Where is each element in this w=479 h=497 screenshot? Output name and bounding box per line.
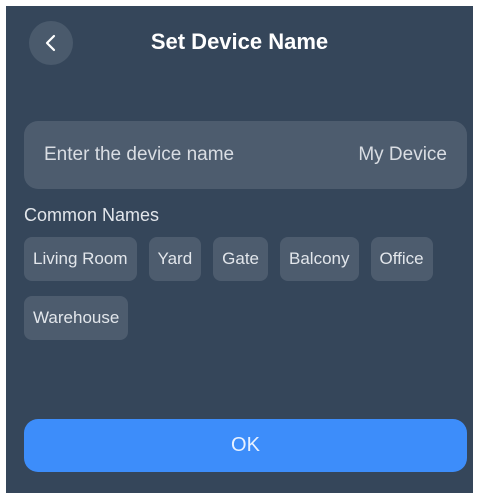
chip-gate[interactable]: Gate [213, 237, 269, 281]
chip-yard[interactable]: Yard [148, 237, 202, 281]
device-name-label: Enter the device name [44, 144, 235, 165]
ok-button[interactable]: OK [24, 419, 467, 472]
common-names-label: Common Names [24, 205, 160, 225]
page-title: Set Device Name [150, 29, 329, 54]
chip-balcony[interactable]: Balcony [280, 237, 359, 281]
set-device-name-screen: Set Device Name Enter the device name Co… [6, 6, 473, 493]
chip-office[interactable]: Office [370, 237, 433, 281]
common-names-list: Living Room Yard Gate Balcony Office War… [24, 237, 464, 340]
device-name-field[interactable]: Enter the device name [24, 121, 467, 189]
chip-living-room[interactable]: Living Room [24, 237, 137, 281]
device-name-input[interactable] [287, 144, 447, 166]
chip-warehouse[interactable]: Warehouse [24, 296, 129, 340]
